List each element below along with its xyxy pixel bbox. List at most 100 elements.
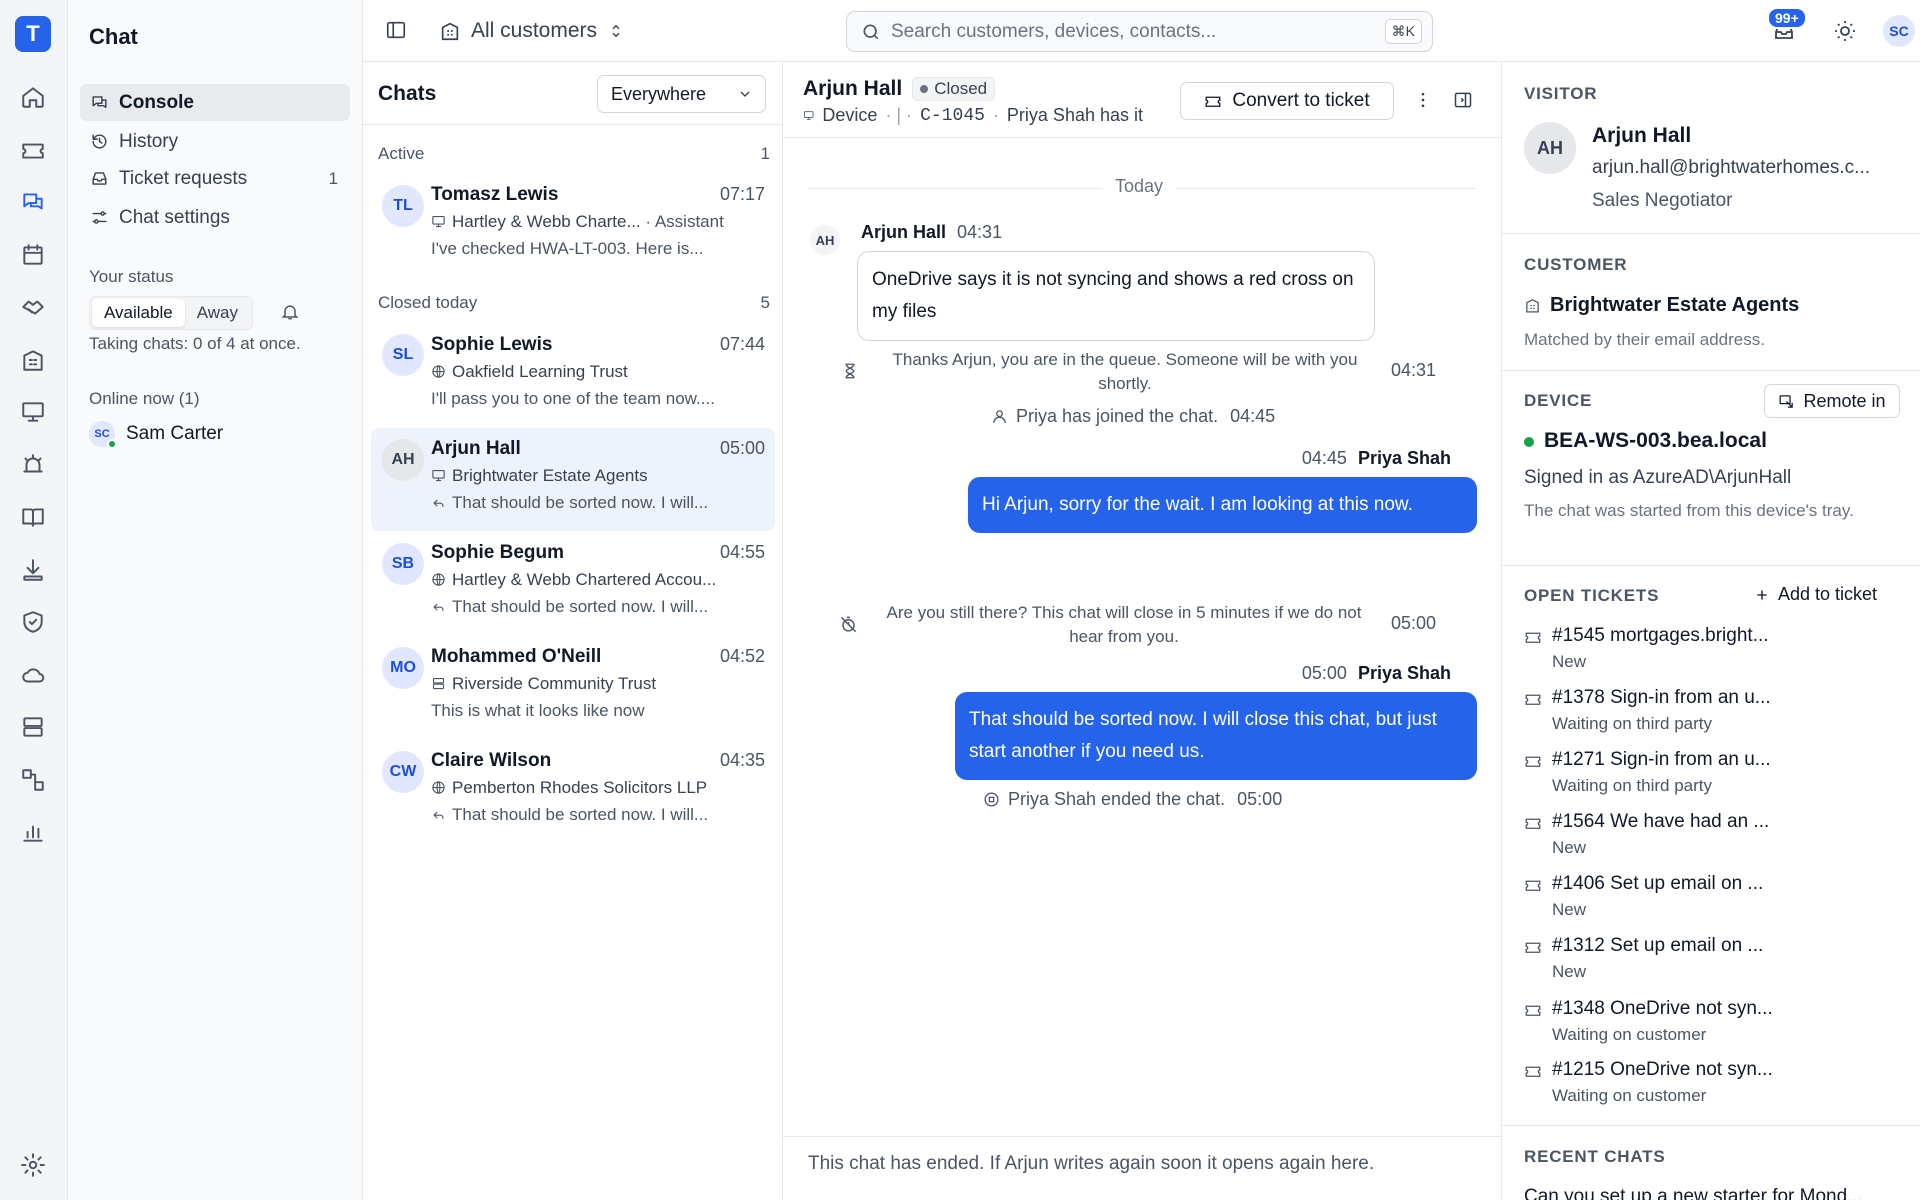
chat-item-time: 07:17: [719, 184, 765, 204]
calendar-icon[interactable]: [18, 240, 48, 270]
toggle-details-panel-icon[interactable]: [1453, 90, 1473, 115]
avatar: CW: [382, 751, 424, 793]
theme-toggle-icon[interactable]: [1833, 19, 1857, 48]
ticket-status: New: [1552, 652, 1587, 671]
message-author: Arjun Hall: [861, 222, 947, 242]
global-search[interactable]: Search customers, devices, contacts... ⌘…: [846, 11, 1433, 52]
ticket-list-item[interactable]: #1271 Sign-in from an u... Waiting on thi…: [1524, 749, 1904, 799]
ticket-list-item[interactable]: #1545 mortgages.bright... New: [1524, 625, 1904, 675]
customer-name: Brightwater Estate Agents: [1550, 294, 1800, 316]
ticket-list-item[interactable]: #1348 OneDrive not syn... Waiting on cust…: [1524, 998, 1904, 1048]
server-icon: [432, 677, 445, 690]
chats-title: Chats: [378, 82, 437, 105]
device-name[interactable]: BEA-WS-003.bea.local: [1544, 429, 1767, 453]
monitor-icon[interactable]: [18, 397, 48, 427]
status-badge: Closed: [912, 77, 996, 101]
book-icon[interactable]: [18, 502, 48, 532]
ticket-title: #1564 We have had an ...: [1552, 811, 1770, 832]
nav-item-ticket-requests[interactable]: Ticket requests 1: [80, 160, 350, 197]
recent-chat-item[interactable]: Can you set up a new starter for Mond...: [1524, 1186, 1863, 1200]
remote-in-button[interactable]: Remote in: [1764, 384, 1900, 418]
device-heading: DEVICE: [1524, 391, 1593, 410]
alarm-icon[interactable]: [18, 450, 48, 480]
search-shortcut: ⌘K: [1384, 19, 1422, 44]
open-tickets-heading: OPEN TICKETS: [1524, 586, 1660, 605]
app-logo[interactable]: T: [15, 16, 51, 52]
user-avatar[interactable]: SC: [1883, 15, 1915, 47]
ticket-icon[interactable]: [18, 135, 48, 165]
nav-item-chat-settings[interactable]: Chat settings: [80, 199, 350, 236]
globe-icon: [432, 365, 445, 378]
download-icon[interactable]: [18, 555, 48, 585]
message-bubble-incoming: OneDrive says it is not syncing and show…: [857, 251, 1375, 341]
server-icon[interactable]: [18, 712, 48, 742]
chat-nav: Chat Console History Ticket requests 1 C…: [68, 0, 363, 1200]
chat-item-source: Pemberton Rhodes Solicitors LLP: [431, 778, 765, 798]
avatar: SL: [382, 334, 424, 376]
customer-link[interactable]: Brightwater Estate Agents: [1524, 294, 1799, 317]
shield-icon[interactable]: [18, 607, 48, 637]
top-bar: All customers Search customers, devices,…: [363, 0, 1920, 62]
ticket-list-item[interactable]: #1312 Set up email on ... New: [1524, 935, 1904, 985]
ticket-list-item[interactable]: #1215 OneDrive not syn... Waiting on cust…: [1524, 1059, 1904, 1109]
chat-list-item[interactable]: TL Tomasz Lewis 07:17 Hartley & Webb Cha…: [371, 174, 775, 277]
reply-icon: [433, 603, 444, 611]
globe-icon: [432, 781, 445, 794]
chevron-down-icon: [740, 91, 750, 97]
add-to-ticket-button[interactable]: Add to ticket: [1754, 584, 1877, 605]
settings-icon[interactable]: [18, 1150, 48, 1180]
nav-item-label: Ticket requests: [119, 167, 248, 189]
chat-list-item[interactable]: SL Sophie Lewis 07:44 Oakfield Learning …: [371, 324, 775, 427]
message-time: 04:31: [957, 222, 1003, 242]
ticket-status: Waiting on third party: [1552, 776, 1712, 795]
chat-icon[interactable]: [18, 187, 48, 217]
your-status-label: Your status: [89, 267, 174, 286]
visitor-email[interactable]: arjun.hall@brightwaterhomes.c...: [1592, 157, 1870, 179]
chart-icon[interactable]: [18, 817, 48, 847]
ticket-icon: [1525, 1066, 1541, 1077]
chat-list-item[interactable]: SB Sophie Begum 04:55 Hartley & Webb Cha…: [371, 532, 775, 635]
ticket-status: New: [1552, 900, 1587, 919]
home-icon[interactable]: [18, 82, 48, 112]
workflow-icon[interactable]: [18, 765, 48, 795]
ticket-list-item[interactable]: #1378 Sign-in from an u... Waiting on thi…: [1524, 687, 1904, 737]
ticket-icon: [1525, 942, 1541, 953]
visitor-heading: VISITOR: [1524, 84, 1598, 103]
status-available-option[interactable]: Available: [92, 299, 185, 327]
handshake-icon[interactable]: [18, 292, 48, 322]
divider: [1502, 370, 1920, 371]
more-options-icon[interactable]: [1413, 90, 1433, 115]
cloud-icon[interactable]: [18, 660, 48, 690]
ticket-status: Waiting on customer: [1552, 1086, 1707, 1105]
ticket-list-item[interactable]: #1406 Set up email on ... New: [1524, 873, 1904, 923]
building-icon[interactable]: [18, 345, 48, 375]
user-icon: [993, 410, 1006, 423]
sidebar-toggle-icon[interactable]: [385, 19, 407, 46]
notification-count-badge: 99+: [1767, 7, 1807, 29]
customer-scope-select[interactable]: All customers: [439, 14, 625, 48]
monitor-icon: [432, 469, 445, 482]
bell-icon[interactable]: [280, 302, 300, 327]
chats-location-filter[interactable]: Everywhere: [597, 75, 766, 113]
details-panel: VISITOR AH Arjun Hall arjun.hall@brightw…: [1501, 62, 1920, 1200]
ticket-icon: [1525, 880, 1541, 891]
hourglass-icon: [841, 362, 859, 385]
chat-list-item-selected[interactable]: AH Arjun Hall 05:00 Brightwater Estate A…: [371, 428, 775, 531]
building-icon: [441, 22, 459, 41]
ticket-requests-count: 1: [328, 168, 338, 188]
reply-icon: [433, 811, 444, 819]
online-user-name[interactable]: Sam Carter: [126, 423, 223, 445]
message-bubble-outgoing: That should be sorted now. I will close …: [955, 692, 1477, 780]
status-away-option[interactable]: Away: [185, 299, 250, 327]
avatar-initials: SC: [94, 428, 110, 440]
chat-list-item[interactable]: MO Mohammed O'Neill 04:52 Riverside Comm…: [371, 636, 775, 739]
nav-item-console[interactable]: Console: [80, 84, 350, 121]
user-avatar-initials: SC: [1889, 23, 1909, 39]
meta-owner: Priya Shah has it: [1006, 105, 1143, 125]
ticket-list-item[interactable]: #1564 We have had an ... New: [1524, 811, 1904, 861]
closed-label: Closed today: [378, 293, 478, 312]
chat-list-item[interactable]: CW Claire Wilson 04:35 Pemberton Rhodes …: [371, 740, 775, 843]
meta-device-label[interactable]: Device: [822, 105, 877, 126]
convert-to-ticket-button[interactable]: Convert to ticket: [1180, 82, 1394, 120]
nav-item-history[interactable]: History: [80, 123, 350, 160]
